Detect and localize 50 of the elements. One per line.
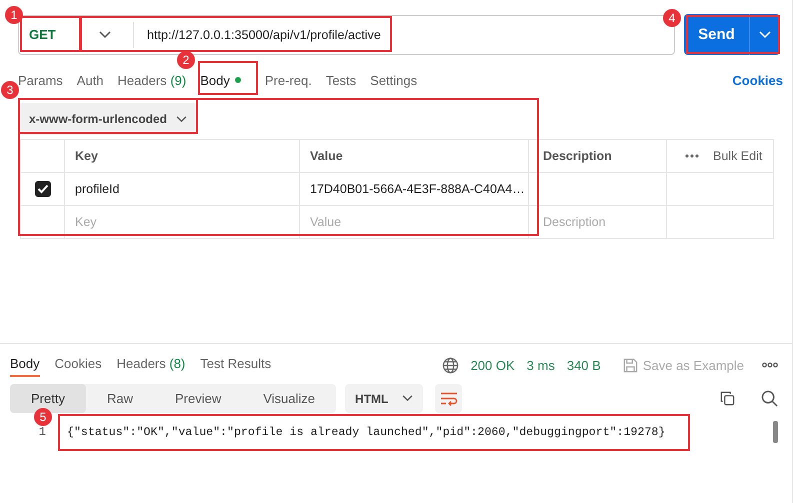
wrap-icon — [440, 392, 458, 406]
view-tab[interactable]: Raw — [86, 384, 154, 413]
column-header: Value — [299, 140, 528, 172]
column-header: Description — [528, 140, 666, 172]
more-icon[interactable] — [762, 362, 778, 368]
globe-icon[interactable] — [442, 356, 459, 374]
view-tab[interactable]: Pretty — [10, 384, 86, 413]
request-tab[interactable]: Settings — [370, 72, 418, 88]
chevron-down-icon — [176, 116, 187, 122]
request-tab[interactable]: Auth — [76, 72, 104, 88]
bulk-edit-link[interactable]: Bulk Edit — [713, 149, 762, 163]
request-tab[interactable]: Params — [18, 72, 63, 88]
chevron-down-icon[interactable] — [99, 30, 111, 38]
annotation-badge: 5 — [34, 408, 52, 426]
annotation-badge: 2 — [177, 51, 195, 69]
view-tab[interactable]: Visualize — [242, 384, 336, 413]
response-tab[interactable]: Headers (8) — [116, 353, 186, 377]
search-icon[interactable] — [761, 390, 778, 407]
highlight-frame — [198, 61, 258, 95]
status-code: 200 OK — [470, 358, 515, 372]
wrap-lines-button[interactable] — [435, 384, 462, 413]
format-dropdown[interactable]: HTML — [345, 384, 424, 413]
response-tab[interactable]: Cookies — [54, 353, 102, 377]
column-header: Key — [64, 140, 299, 172]
save-icon — [622, 358, 638, 372]
code-line: {"status":"OK","value":"profile is already launched","pid":2060,"debuggingport":19278} — [67, 426, 666, 438]
annotation-badge: 3 — [1, 81, 19, 99]
annotation-badge: 4 — [663, 9, 681, 27]
copy-icon[interactable] — [720, 391, 735, 406]
table-cell: profileId — [64, 173, 299, 205]
method-select[interactable]: GET — [19, 27, 79, 42]
chevron-down-icon — [402, 395, 414, 402]
table-cell: 17D40B01-566A-4E3F-888A-C40A4… — [299, 173, 528, 205]
annotation-badge: 1 — [5, 6, 23, 24]
response-tab[interactable]: Body — [10, 353, 40, 377]
body-type-dropdown[interactable]: x-www-form-urlencoded — [19, 103, 197, 135]
response-size: 340 B — [566, 358, 601, 372]
scrollbar[interactable] — [773, 421, 778, 443]
view-tab[interactable]: Preview — [154, 384, 242, 413]
response-tab[interactable]: Test Results — [200, 353, 272, 377]
response-time: 3 ms — [526, 358, 555, 372]
request-tab[interactable]: Tests — [326, 72, 356, 88]
checkbox[interactable] — [34, 181, 50, 197]
more-icon[interactable] — [685, 154, 699, 158]
line-number: 1 — [38, 425, 46, 439]
request-tab[interactable]: Pre-req. — [264, 72, 312, 88]
url-field[interactable]: http://127.0.0.1:35000/api/v1/profile/active — [133, 22, 381, 48]
cookies-link[interactable]: Cookies — [732, 72, 783, 88]
request-tab[interactable]: Headers (9) — [118, 72, 186, 88]
request-tab[interactable]: Body — [200, 72, 251, 88]
